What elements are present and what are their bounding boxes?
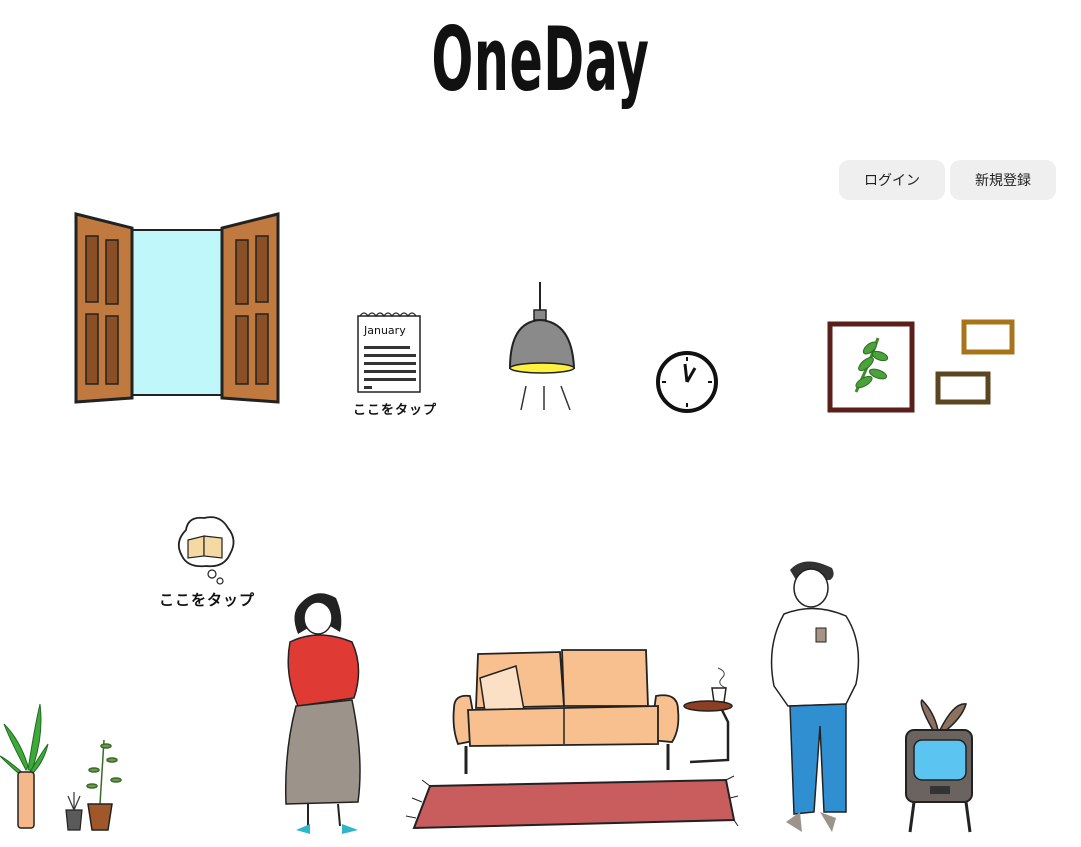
sofa-icon[interactable] (452, 648, 684, 776)
picture-frames-icon[interactable] (826, 318, 1016, 414)
calendar-month: January (363, 324, 406, 337)
woman-character (284, 593, 361, 834)
plants-icon (0, 703, 122, 831)
side-table-coffee-icon[interactable] (682, 664, 736, 766)
pendant-lamp-icon (508, 282, 576, 411)
thought-bubble-book-icon[interactable] (174, 514, 238, 586)
rug-icon (405, 775, 739, 830)
window-illustration[interactable] (72, 210, 282, 406)
retro-tv-icon[interactable] (904, 698, 976, 834)
login-button[interactable]: ログイン (839, 160, 945, 200)
calendar-icon[interactable]: January (356, 310, 426, 396)
signup-button[interactable]: 新規登録 (950, 160, 1056, 200)
thought-tap-label[interactable]: ここをタップ (159, 589, 255, 610)
man-character (770, 561, 860, 832)
app-logo[interactable]: OneDay (205, 8, 875, 111)
calendar-tap-label[interactable]: ここをタップ (353, 399, 437, 418)
clock-icon[interactable] (654, 350, 720, 414)
